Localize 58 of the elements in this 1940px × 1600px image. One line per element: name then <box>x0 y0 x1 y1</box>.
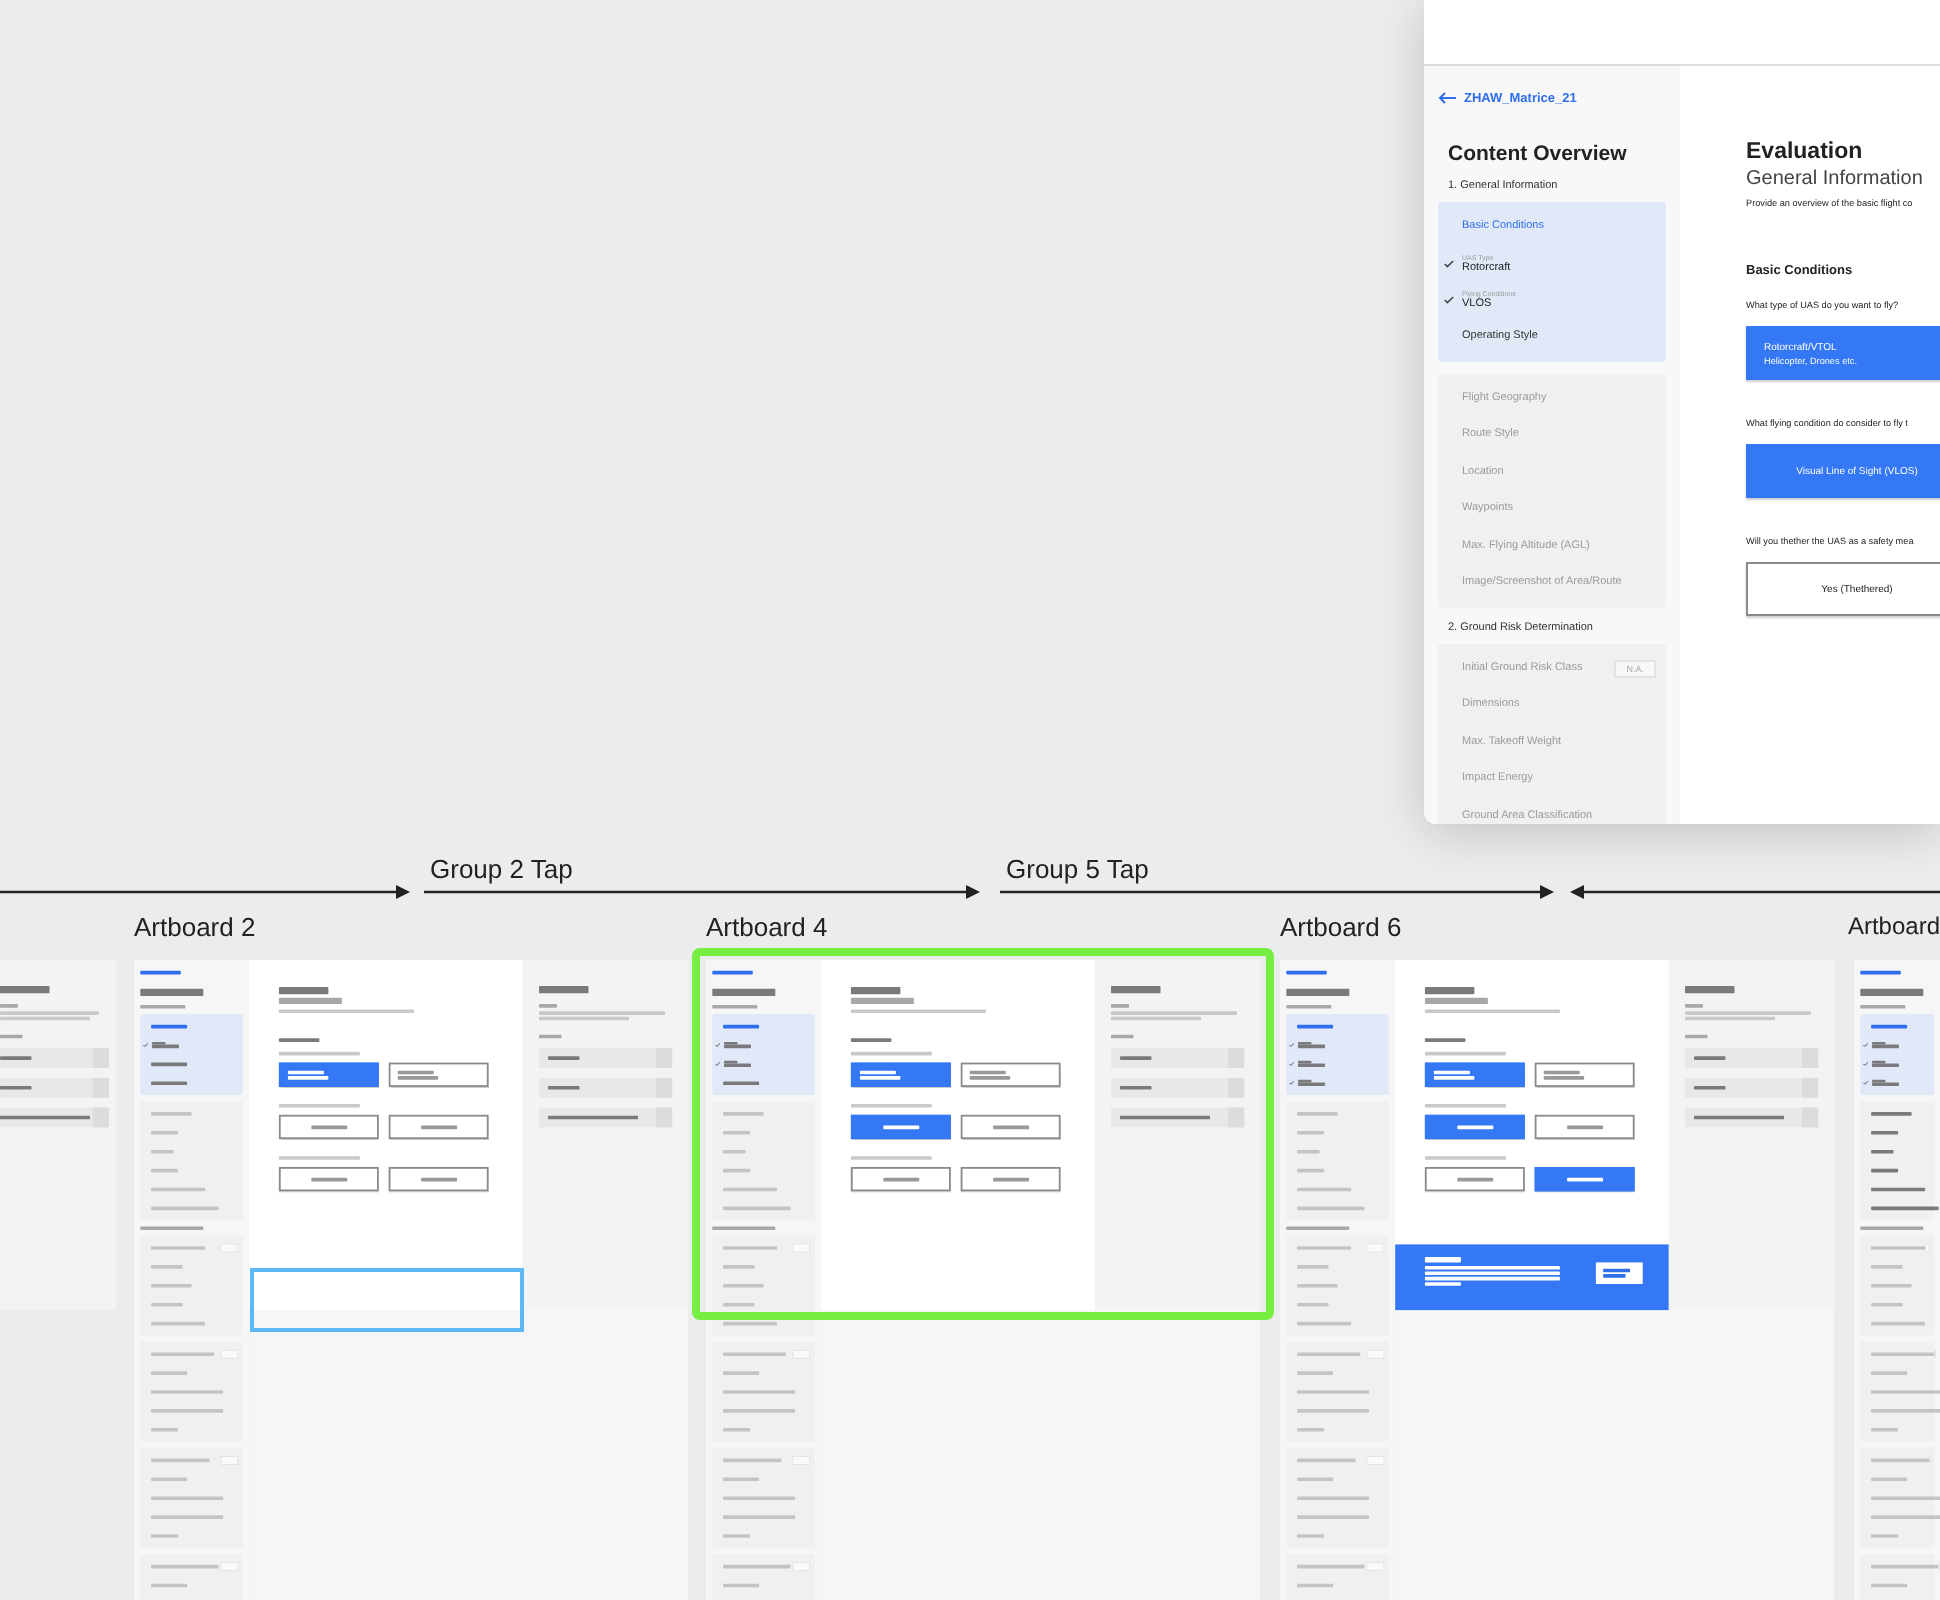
nav-group <box>1286 1341 1389 1442</box>
option-button[interactable] <box>960 1062 1061 1087</box>
glossary-item[interactable] <box>1685 1077 1819 1098</box>
option-button[interactable] <box>278 1114 379 1140</box>
glossary-item[interactable] <box>1685 1048 1819 1068</box>
option-button[interactable] <box>388 1167 489 1192</box>
nav-group <box>1286 1447 1389 1548</box>
artboard-name[interactable]: Artboard 4 <box>706 912 828 942</box>
option-button[interactable] <box>388 1114 489 1140</box>
glossary-item[interactable] <box>0 1048 109 1068</box>
option-button[interactable] <box>1424 1062 1525 1087</box>
glossary-item[interactable] <box>1111 1077 1245 1098</box>
artboard-name[interactable]: Artboard 2 <box>134 912 256 942</box>
back-arrow-icon <box>1438 92 1456 104</box>
artboard[interactable] <box>134 960 689 1600</box>
glossary-item[interactable] <box>539 1077 673 1098</box>
option-button[interactable] <box>1424 1114 1525 1140</box>
option-button[interactable] <box>850 1062 951 1087</box>
option-button[interactable] <box>1424 1167 1525 1192</box>
glossary-item[interactable] <box>1685 1107 1819 1128</box>
flow-label: Group 5 Tap <box>1006 854 1149 884</box>
nav-group <box>140 1235 243 1336</box>
option-button[interactable] <box>850 1167 951 1192</box>
glossary-item[interactable] <box>0 1077 109 1098</box>
option-button[interactable] <box>850 1114 951 1140</box>
glossary-item[interactable] <box>539 1107 673 1128</box>
artboard[interactable] <box>1280 960 1835 1600</box>
sidebar-title: Content Overview <box>1448 142 1629 166</box>
option-button[interactable] <box>278 1062 379 1087</box>
option-button[interactable] <box>388 1062 489 1087</box>
option-button[interactable] <box>278 1167 379 1192</box>
confirm-button[interactable] <box>1595 1262 1643 1284</box>
glossary-item[interactable] <box>539 1048 673 1068</box>
option-button[interactable] <box>1534 1167 1635 1192</box>
glossary-item[interactable] <box>0 1107 109 1128</box>
option-button[interactable] <box>960 1167 1061 1192</box>
nav-group <box>140 1341 243 1442</box>
artboard[interactable] <box>706 960 1261 1600</box>
option-button[interactable] <box>1534 1114 1635 1140</box>
nav-group <box>712 1341 815 1442</box>
nav-group <box>1860 1341 1935 1442</box>
check-icon <box>1444 296 1454 305</box>
nav-group <box>1286 1235 1389 1336</box>
glossary-item[interactable] <box>1111 1107 1245 1128</box>
page-title: Evaluation <box>1746 140 1863 164</box>
artboard-name[interactable]: Artboard <box>1847 912 1940 940</box>
nav-group <box>140 1447 243 1548</box>
check-icon <box>1444 259 1454 268</box>
option-button[interactable] <box>1534 1062 1635 1087</box>
nav-group <box>712 1235 815 1336</box>
nav-group <box>712 1447 815 1548</box>
nav-group <box>1860 1447 1935 1548</box>
flow-label: Group 2 Tap <box>430 854 573 884</box>
option-button[interactable] <box>960 1114 1061 1140</box>
glossary-item[interactable] <box>1111 1048 1245 1068</box>
nav-group <box>1860 1235 1935 1336</box>
page-subtitle: General Information <box>1746 168 1923 190</box>
artboard-name[interactable]: Artboard 6 <box>1280 912 1402 942</box>
